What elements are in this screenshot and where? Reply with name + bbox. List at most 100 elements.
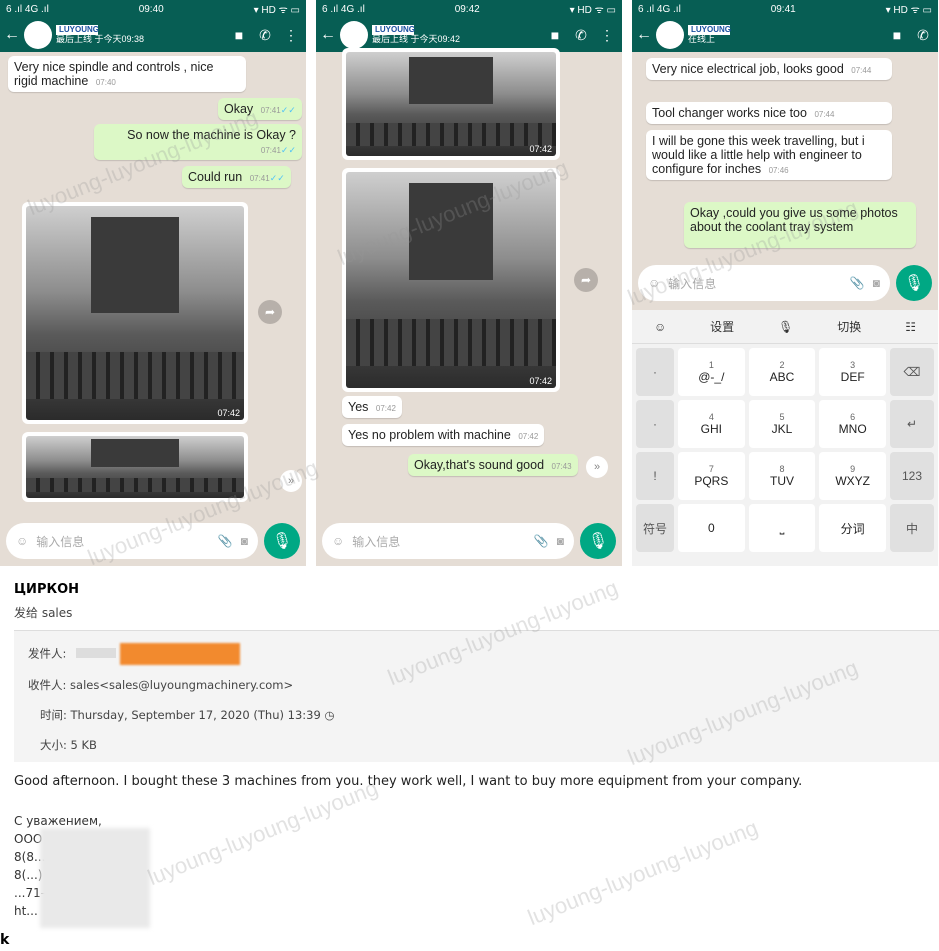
key-1[interactable]: 1 @-_/	[678, 348, 745, 396]
keyboard-settings-key[interactable]: 设置	[710, 318, 734, 335]
enter-key[interactable]: ↵	[889, 400, 934, 448]
back-arrow-icon[interactable]: ←	[320, 26, 336, 44]
contact-info[interactable]: LUYOUNG 在线上	[688, 24, 882, 46]
message-text: Okay	[224, 102, 254, 116]
message-text: Okay ,could you give us some photos abou…	[690, 206, 898, 234]
chat-screenshot-1: 6 .ıl 4G .ıl 09:40 ▾ HD ᯤ ▭ ← LUYOUNG 最后…	[0, 0, 306, 566]
key-0[interactable]: 0	[678, 504, 745, 552]
forward-icon[interactable]: ➦	[258, 300, 282, 324]
key-3[interactable]: 3 DEF	[819, 348, 886, 396]
machine-photo[interactable]	[22, 432, 248, 502]
key-punct[interactable]: !	[636, 452, 674, 500]
message-input[interactable]: ☺ 输入信息 📎 ◙	[322, 523, 574, 559]
keypad: · 1 @-_/ 2 ABC 3 DEF ⌫ · 4 GHI 5 JKL 6 MNO ↵ !…	[632, 344, 938, 556]
phone-call-icon[interactable]: ✆	[570, 27, 592, 44]
contact-info[interactable]: LUYOUNG 最后上线 于今天09:42	[372, 24, 540, 46]
message-text: Very nice electrical job, looks good	[652, 62, 844, 76]
keyboard-layout-key[interactable]: ☷	[905, 320, 916, 334]
key-letters: DEF	[840, 370, 865, 384]
key-9[interactable]: 9 WXYZ	[819, 452, 886, 500]
camera-icon[interactable]: ◙	[873, 276, 880, 290]
camera-icon[interactable]: ◙	[241, 534, 248, 548]
key-4[interactable]: 4 GHI	[678, 400, 745, 448]
message-time: 07:41	[260, 146, 281, 155]
key-letters: ABC	[769, 370, 795, 384]
chat-screenshot-3: 6 .ıl 4G .ıl 09:41 ▾ HD ᯤ ▭ ← LUYOUNG 在线…	[632, 0, 938, 566]
keyboard: ☺ 设置 🎙 切换 ☷ · 1 @-_/ 2 ABC 3 DEF ⌫ · 4 GHI 5…	[632, 310, 938, 566]
message-input[interactable]: ☺ 输入信息 📎 ◙	[6, 523, 258, 559]
message-bubble[interactable]: Yes no problem with machine 07:42	[342, 424, 545, 446]
scroll-down-icon[interactable]: »	[280, 470, 302, 492]
composer: ☺ 输入信息 📎 ◙ 🎙	[632, 258, 938, 308]
key-5[interactable]: 5 JKL	[748, 400, 816, 448]
message-bubble[interactable]: Okay,that's sound good 07:43	[408, 454, 578, 476]
more-options-icon[interactable]: ⋮	[280, 27, 302, 44]
key-letters: @-_/	[698, 370, 725, 384]
numeric-mode-key[interactable]: 123	[889, 452, 934, 500]
phone-call-icon[interactable]: ✆	[254, 27, 276, 44]
message-bubble[interactable]: So now the machine is Okay ? 07:41✓✓	[94, 124, 302, 160]
emoji-icon[interactable]: ☺	[16, 534, 28, 548]
mic-icon[interactable]: 🎙	[580, 523, 616, 559]
message-bubble[interactable]: Okay 07:41✓✓	[218, 98, 302, 120]
contact-avatar[interactable]	[24, 21, 52, 49]
back-arrow-icon[interactable]: ←	[636, 26, 652, 44]
message-bubble[interactable]: Very nice electrical job, looks good 07:…	[646, 58, 892, 80]
machine-photo[interactable]: 07:42	[342, 48, 560, 160]
keyboard-voice-key[interactable]: 🎙	[778, 320, 793, 334]
recipient-address[interactable]: sales<sales@luyoungmachinery.com>	[70, 678, 293, 692]
keyboard-emoji-key[interactable]: ☺	[654, 320, 666, 334]
back-arrow-icon[interactable]: ←	[4, 26, 20, 44]
video-call-icon[interactable]: ■	[544, 27, 566, 43]
machine-photo-image	[26, 436, 244, 498]
language-key[interactable]: 中	[889, 504, 934, 552]
machine-photo[interactable]: 07:42	[22, 202, 248, 424]
key-7[interactable]: 7 PQRS	[678, 452, 745, 500]
key-punct[interactable]: ·	[636, 400, 674, 448]
phone-call-icon[interactable]: ✆	[912, 27, 934, 44]
contact-avatar[interactable]	[340, 21, 368, 49]
key-2[interactable]: 2 ABC	[748, 348, 816, 396]
message-bubble[interactable]: Tool changer works nice too 07:44	[646, 102, 892, 124]
key-letters: PQRS	[694, 474, 729, 488]
footer-char: k	[0, 932, 10, 948]
attach-icon[interactable]: 📎	[534, 534, 549, 548]
machine-photo-image	[346, 52, 556, 156]
more-options-icon[interactable]: ⋮	[596, 27, 618, 44]
message-bubble[interactable]: Could run 07:41✓✓	[182, 166, 291, 188]
symbols-key[interactable]: 符号	[636, 504, 674, 552]
backspace-key[interactable]: ⌫	[889, 348, 934, 396]
attach-icon[interactable]: 📎	[218, 534, 233, 548]
key-punct[interactable]: ·	[636, 348, 674, 396]
segment-key[interactable]: 分词	[819, 504, 886, 552]
emoji-icon[interactable]: ☺	[648, 276, 660, 290]
message-bubble[interactable]: Okay ,could you give us some photos abou…	[684, 202, 916, 248]
scroll-down-icon[interactable]: »	[586, 456, 608, 478]
email-message: ЦИРКОН 发给 sales 发件人: 收件人: sales<sales@lu…	[0, 574, 939, 951]
machine-photo[interactable]: 07:42	[342, 168, 560, 392]
message-bubble[interactable]: I will be gone this week travelling, but…	[646, 130, 892, 180]
keyboard-switch-key[interactable]: 切换	[837, 318, 861, 335]
message-text: Could run	[188, 170, 243, 184]
from-row: 发件人:	[28, 643, 240, 665]
key-8[interactable]: 8 TUV	[748, 452, 816, 500]
machine-photo-image	[346, 172, 556, 388]
contact-avatar[interactable]	[656, 21, 684, 49]
message-input[interactable]: ☺ 输入信息 📎 ◙	[638, 265, 890, 301]
forward-icon[interactable]: ➦	[574, 268, 598, 292]
video-call-icon[interactable]: ■	[886, 27, 908, 43]
camera-icon[interactable]: ◙	[557, 534, 564, 548]
contact-info[interactable]: LUYOUNG 最后上线 于今天09:38	[56, 24, 224, 46]
mic-icon[interactable]: 🎙	[896, 265, 932, 301]
message-bubble[interactable]: Yes 07:42	[342, 396, 402, 418]
message-time: 07:40	[95, 78, 116, 87]
space-key[interactable]: ⎵	[748, 504, 816, 552]
message-bubble[interactable]: Very nice spindle and controls , nice ri…	[8, 56, 246, 92]
emoji-icon[interactable]: ☺	[332, 534, 344, 548]
mic-icon[interactable]: 🎙	[264, 523, 300, 559]
video-call-icon[interactable]: ■	[228, 27, 250, 43]
attach-icon[interactable]: 📎	[850, 276, 865, 290]
photo-time: 07:42	[529, 144, 552, 154]
key-digit: 5	[779, 412, 785, 422]
key-6[interactable]: 6 MNO	[819, 400, 886, 448]
